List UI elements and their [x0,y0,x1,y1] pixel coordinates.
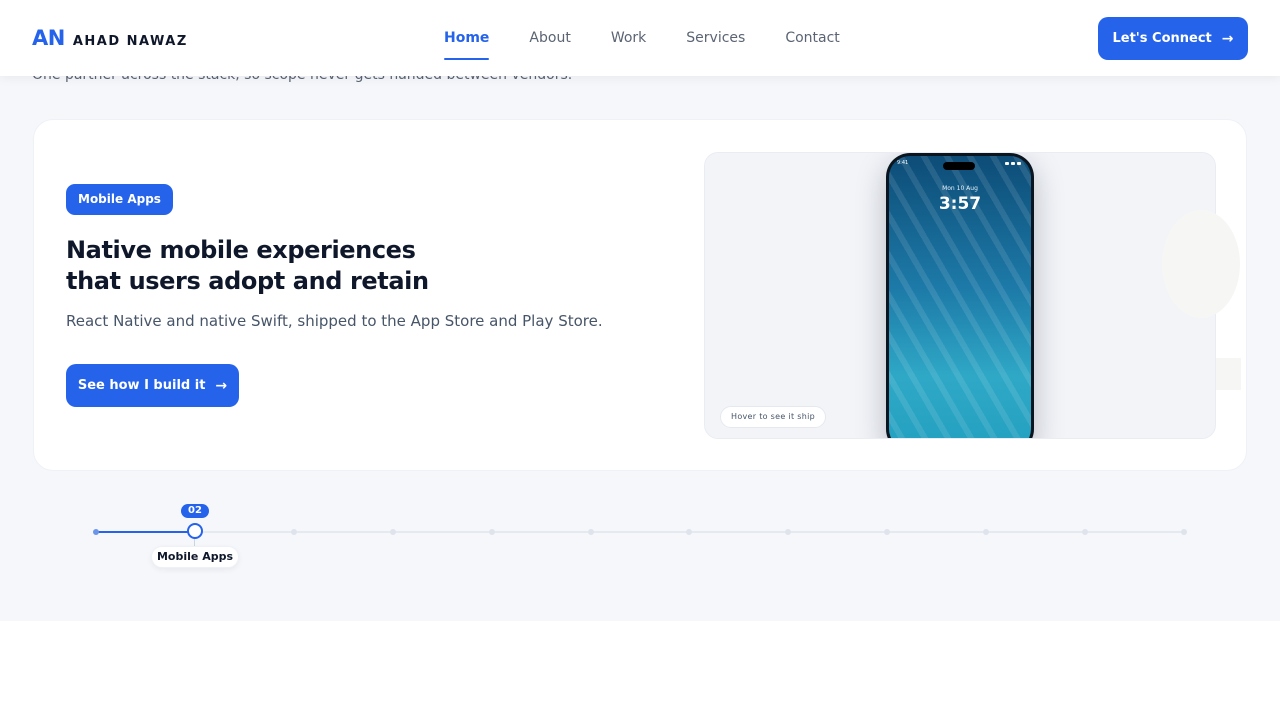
timeline-step-dot[interactable] [587,529,594,535]
phone-screen: 9:41 Mon 10 Aug 3:57 [889,156,1031,438]
service-badge: Mobile Apps [66,184,173,215]
lock-screen-time: 3:57 [938,194,982,214]
service-card: Mobile Apps Native mobile experiences th… [33,119,1247,471]
logo-name: AHAD NAWAZ [72,34,188,49]
page-footer-space [0,621,1280,720]
timeline-progress [96,531,195,533]
see-how-button[interactable]: See how I build it → [66,364,239,407]
arrow-right-icon: → [1221,30,1234,47]
see-how-label: See how I build it [77,378,206,393]
timeline-step-dot[interactable] [93,529,99,535]
dynamic-island [943,162,975,170]
service-title-line1: Native mobile experiences [66,236,416,264]
service-description: React Native and native Swift, shipped t… [66,312,603,330]
timeline-step-label: Mobile Apps [151,546,239,568]
lock-screen-date: Mon 10 Aug [942,185,978,192]
nav-home[interactable]: Home [424,0,509,76]
signal-icon [1005,162,1009,165]
status-icons [1005,162,1021,165]
timeline-step-dot[interactable] [488,529,495,535]
nav-work[interactable]: Work [591,0,666,76]
battery-icon [1017,162,1021,165]
lets-connect-button[interactable]: Let's Connect → [1098,17,1248,60]
service-title-line2: that users adopt and retain [66,267,429,295]
arrow-right-icon: → [215,377,228,394]
status-time: 9:41 [897,160,909,166]
service-title: Native mobile experiences that users ado… [66,235,486,297]
decorative-circle [1162,210,1240,318]
main-nav: Home About Work Services Contact [424,0,860,76]
decorative-block [1216,358,1241,390]
phone-mockup: 9:41 Mon 10 Aug 3:57 [886,153,1034,438]
wifi-icon [1011,162,1015,165]
timeline-track [96,531,1184,533]
hover-hint: Hover to see it ship [720,406,826,428]
phone-preview[interactable]: 9:41 Mon 10 Aug 3:57 Hover to see it shi… [704,152,1216,439]
timeline-step-dot[interactable] [1181,529,1187,535]
nav-services[interactable]: Services [666,0,765,76]
timeline-step-dot[interactable] [290,529,297,535]
lets-connect-label: Let's Connect [1112,31,1212,46]
timeline-step-number: 02 [181,504,209,518]
timeline-current-step[interactable] [187,523,203,539]
logo-mark: AN [32,26,65,50]
nav-about[interactable]: About [509,0,590,76]
site-header: AN AHAD NAWAZ Home About Work Services C… [0,0,1280,76]
nav-contact[interactable]: Contact [765,0,859,76]
timeline-step-dot[interactable] [389,529,396,535]
timeline-connector [194,539,195,546]
logo[interactable]: AN AHAD NAWAZ [32,26,188,50]
